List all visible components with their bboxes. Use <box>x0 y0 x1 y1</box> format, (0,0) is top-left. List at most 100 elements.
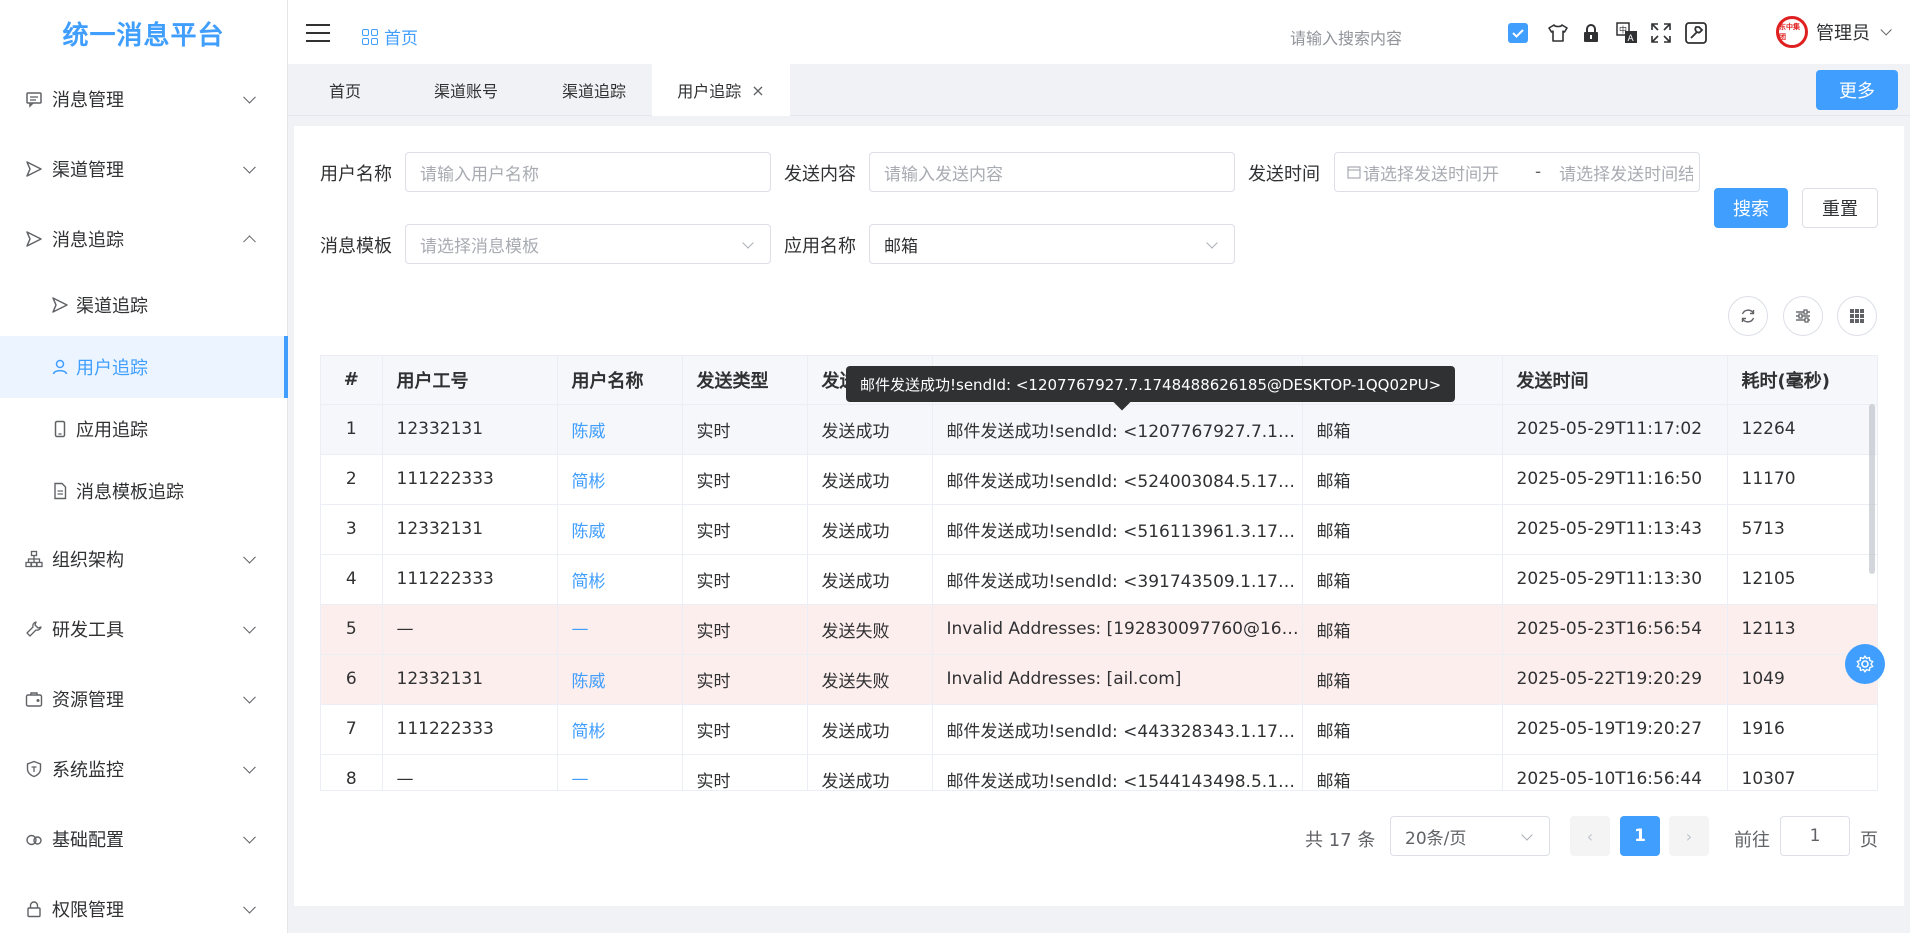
sidebar-item-basic-config[interactable]: 基础配置 <box>0 804 288 874</box>
user-name-link[interactable]: 陈威 <box>557 504 683 555</box>
user-name-link[interactable]: 陈威 <box>557 654 683 705</box>
tool-icon[interactable] <box>1683 20 1709 46</box>
settings-float-button[interactable] <box>1845 644 1885 684</box>
refresh-button[interactable] <box>1728 296 1768 336</box>
wrench-icon <box>24 619 44 639</box>
table-row[interactable]: 7 111222333 简彬 实时 发送成功 邮件发送成功!sendId: <443328… <box>321 704 1877 755</box>
data-table: # 用户工号 用户名称 发送类型 发送状态 发送内容 应用名称 发送时间 耗时(… <box>320 355 1878 791</box>
user-name-link[interactable]: 简彬 <box>557 554 683 605</box>
date-start-input[interactable]: 请选择发送时间开 <box>1363 160 1513 185</box>
employee-number-cell: 12332131 <box>382 654 558 705</box>
sidebar-item-channel-management[interactable]: 渠道管理 <box>0 134 288 204</box>
header-search-input[interactable]: 请输入搜索内容 <box>1290 25 1402 49</box>
theme-shirt-icon[interactable] <box>1545 20 1571 46</box>
user-name-input[interactable]: 请输入用户名称 <box>405 152 771 192</box>
table-row[interactable]: 1 12332131 陈威 实时 发送成功 邮件发送成功!sendId: <1207767… <box>321 404 1877 455</box>
send-content-cell: 邮件发送成功!sendId: <391743509.1.174848841000… <box>932 554 1303 605</box>
sidebar-item-system-monitor[interactable]: 系统监控 <box>0 734 288 804</box>
column-header: # <box>321 356 383 405</box>
sidebar-item-message-management[interactable]: 消息管理 <box>0 64 288 134</box>
page-number-button[interactable]: 1 <box>1620 816 1660 856</box>
send-time-cell: 2025-05-19T19:20:27 <box>1502 704 1728 755</box>
sidebar-item-permission-management[interactable]: 权限管理 <box>0 874 288 933</box>
sidebar-item-label: 渠道追踪 <box>76 296 148 317</box>
sidebar-item-organization[interactable]: 组织架构 <box>0 524 288 594</box>
translate-icon[interactable]: 中A <box>1614 20 1640 46</box>
tab-channel-account[interactable]: 渠道账号 <box>402 64 530 116</box>
lock-screen-icon[interactable] <box>1578 20 1604 46</box>
sidebar-item-resource-management[interactable]: 资源管理 <box>0 664 288 734</box>
tab-home[interactable]: 首页 <box>288 64 402 116</box>
sidebar-item-dev-tools[interactable]: 研发工具 <box>0 594 288 664</box>
date-range-picker[interactable]: 请选择发送时间开 - 请选择发送时间结 <box>1334 152 1700 192</box>
user-name-link[interactable]: 陈威 <box>557 404 683 455</box>
app-name-cell: 邮箱 <box>1302 654 1503 705</box>
table-scrollbar[interactable] <box>1869 404 1875 574</box>
employee-number-cell: 12332131 <box>382 504 558 555</box>
table-row[interactable]: 2 111222333 简彬 实时 发送成功 邮件发送成功!sendId: <524003… <box>321 454 1877 505</box>
user-name: 管理员 <box>1816 23 1870 44</box>
sidebar-item-app-tracking[interactable]: 应用追踪 <box>0 398 288 460</box>
duration-cell: 1916 <box>1727 704 1877 755</box>
send-status-cell: 发送成功 <box>807 454 933 505</box>
content-input[interactable]: 请输入发送内容 <box>869 152 1235 192</box>
reset-button[interactable]: 重置 <box>1802 188 1878 228</box>
grid-icon <box>1850 309 1864 323</box>
sliders-icon <box>1796 309 1810 323</box>
table-row[interactable]: 8— — 实时 发送成功 邮件发送成功!sendId: <1544143498.5.17… <box>321 754 1877 790</box>
table-row[interactable]: 5— — 实时 发送失败 Invalid Addresses: [19283009776… <box>321 604 1877 655</box>
user-menu[interactable]: 东中集团 管理员 <box>1776 16 1892 48</box>
send-content-cell: Invalid Addresses: [ail.com] <box>932 654 1303 705</box>
sidebar-item-label: 系统监控 <box>52 760 124 781</box>
tab-user-tracking[interactable]: 用户追踪 × <box>652 64 790 116</box>
pagination-total: 共 17 条 <box>1305 830 1376 851</box>
send-type-cell: 实时 <box>682 654 808 705</box>
message-icon <box>24 89 44 109</box>
user-name-link[interactable]: — <box>557 754 683 790</box>
send-content-cell: 邮件发送成功!sendId: <524003084.5.174848861000… <box>932 454 1303 505</box>
row-index: 8 <box>321 754 383 790</box>
user-name-link[interactable]: — <box>557 604 683 655</box>
table-row[interactable]: 6 12332131 陈威 实时 发送失败 Invalid Addresses: [ail… <box>321 654 1877 705</box>
more-button[interactable]: 更多 <box>1816 70 1898 110</box>
goto-page-input[interactable]: 1 <box>1780 816 1850 856</box>
prev-page-button[interactable]: ‹ <box>1570 816 1610 856</box>
close-icon[interactable]: × <box>751 81 764 100</box>
filter-settings-button[interactable] <box>1783 296 1823 336</box>
checkbox-icon[interactable] <box>1505 20 1531 46</box>
sidebar-item-label: 应用追踪 <box>76 420 148 441</box>
sidebar: 统一消息平台 消息管理 渠道管理 消息追踪 渠道追踪 用户追踪 应用追踪 消息模… <box>0 0 288 933</box>
user-name-link[interactable]: 简彬 <box>557 704 683 755</box>
row-index: 3 <box>321 504 383 555</box>
sidebar-item-message-tracking[interactable]: 消息追踪 <box>0 204 288 274</box>
chevron-down-icon <box>243 620 256 634</box>
breadcrumb[interactable]: 首页 <box>362 24 418 49</box>
table-row[interactable]: 4 111222333 简彬 实时 发送成功 邮件发送成功!sendId: <391743… <box>321 554 1877 605</box>
table-row[interactable]: 3 12332131 陈威 实时 发送成功 邮件发送成功!sendId: <5161139… <box>321 504 1877 555</box>
page-unit-label: 页 <box>1860 830 1878 851</box>
sidebar-item-template-tracking[interactable]: 消息模板追踪 <box>0 460 288 522</box>
chevron-down-icon <box>243 160 256 174</box>
search-button[interactable]: 搜索 <box>1714 188 1788 228</box>
tab-channel-tracking[interactable]: 渠道追踪 <box>530 64 658 116</box>
date-end-input[interactable]: 请选择发送时间结 <box>1559 160 1693 185</box>
hamburger-menu-icon[interactable] <box>306 24 330 42</box>
columns-button[interactable] <box>1837 296 1877 336</box>
user-name-link[interactable]: 简彬 <box>557 454 683 505</box>
next-page-button[interactable]: › <box>1669 816 1709 856</box>
lock-icon <box>24 899 44 919</box>
fullscreen-icon[interactable] <box>1648 20 1674 46</box>
send-icon <box>50 295 70 315</box>
sidebar-item-channel-tracking[interactable]: 渠道追踪 <box>0 274 288 336</box>
employee-number-cell: — <box>382 604 558 655</box>
sidebar-item-user-tracking[interactable]: 用户追踪 <box>0 336 288 398</box>
duration-cell: 10307 <box>1727 754 1877 790</box>
page-size-select[interactable]: 20条/页 <box>1390 816 1550 856</box>
app-name-select[interactable]: 邮箱 <box>869 224 1235 264</box>
column-header: 发送时间 <box>1502 356 1728 405</box>
briefcase-icon <box>24 689 44 709</box>
sidebar-item-label: 消息管理 <box>52 90 124 111</box>
app-name-cell: 邮箱 <box>1302 754 1503 790</box>
sidebar-item-label: 资源管理 <box>52 690 124 711</box>
template-select[interactable]: 请选择消息模板 <box>405 224 771 264</box>
